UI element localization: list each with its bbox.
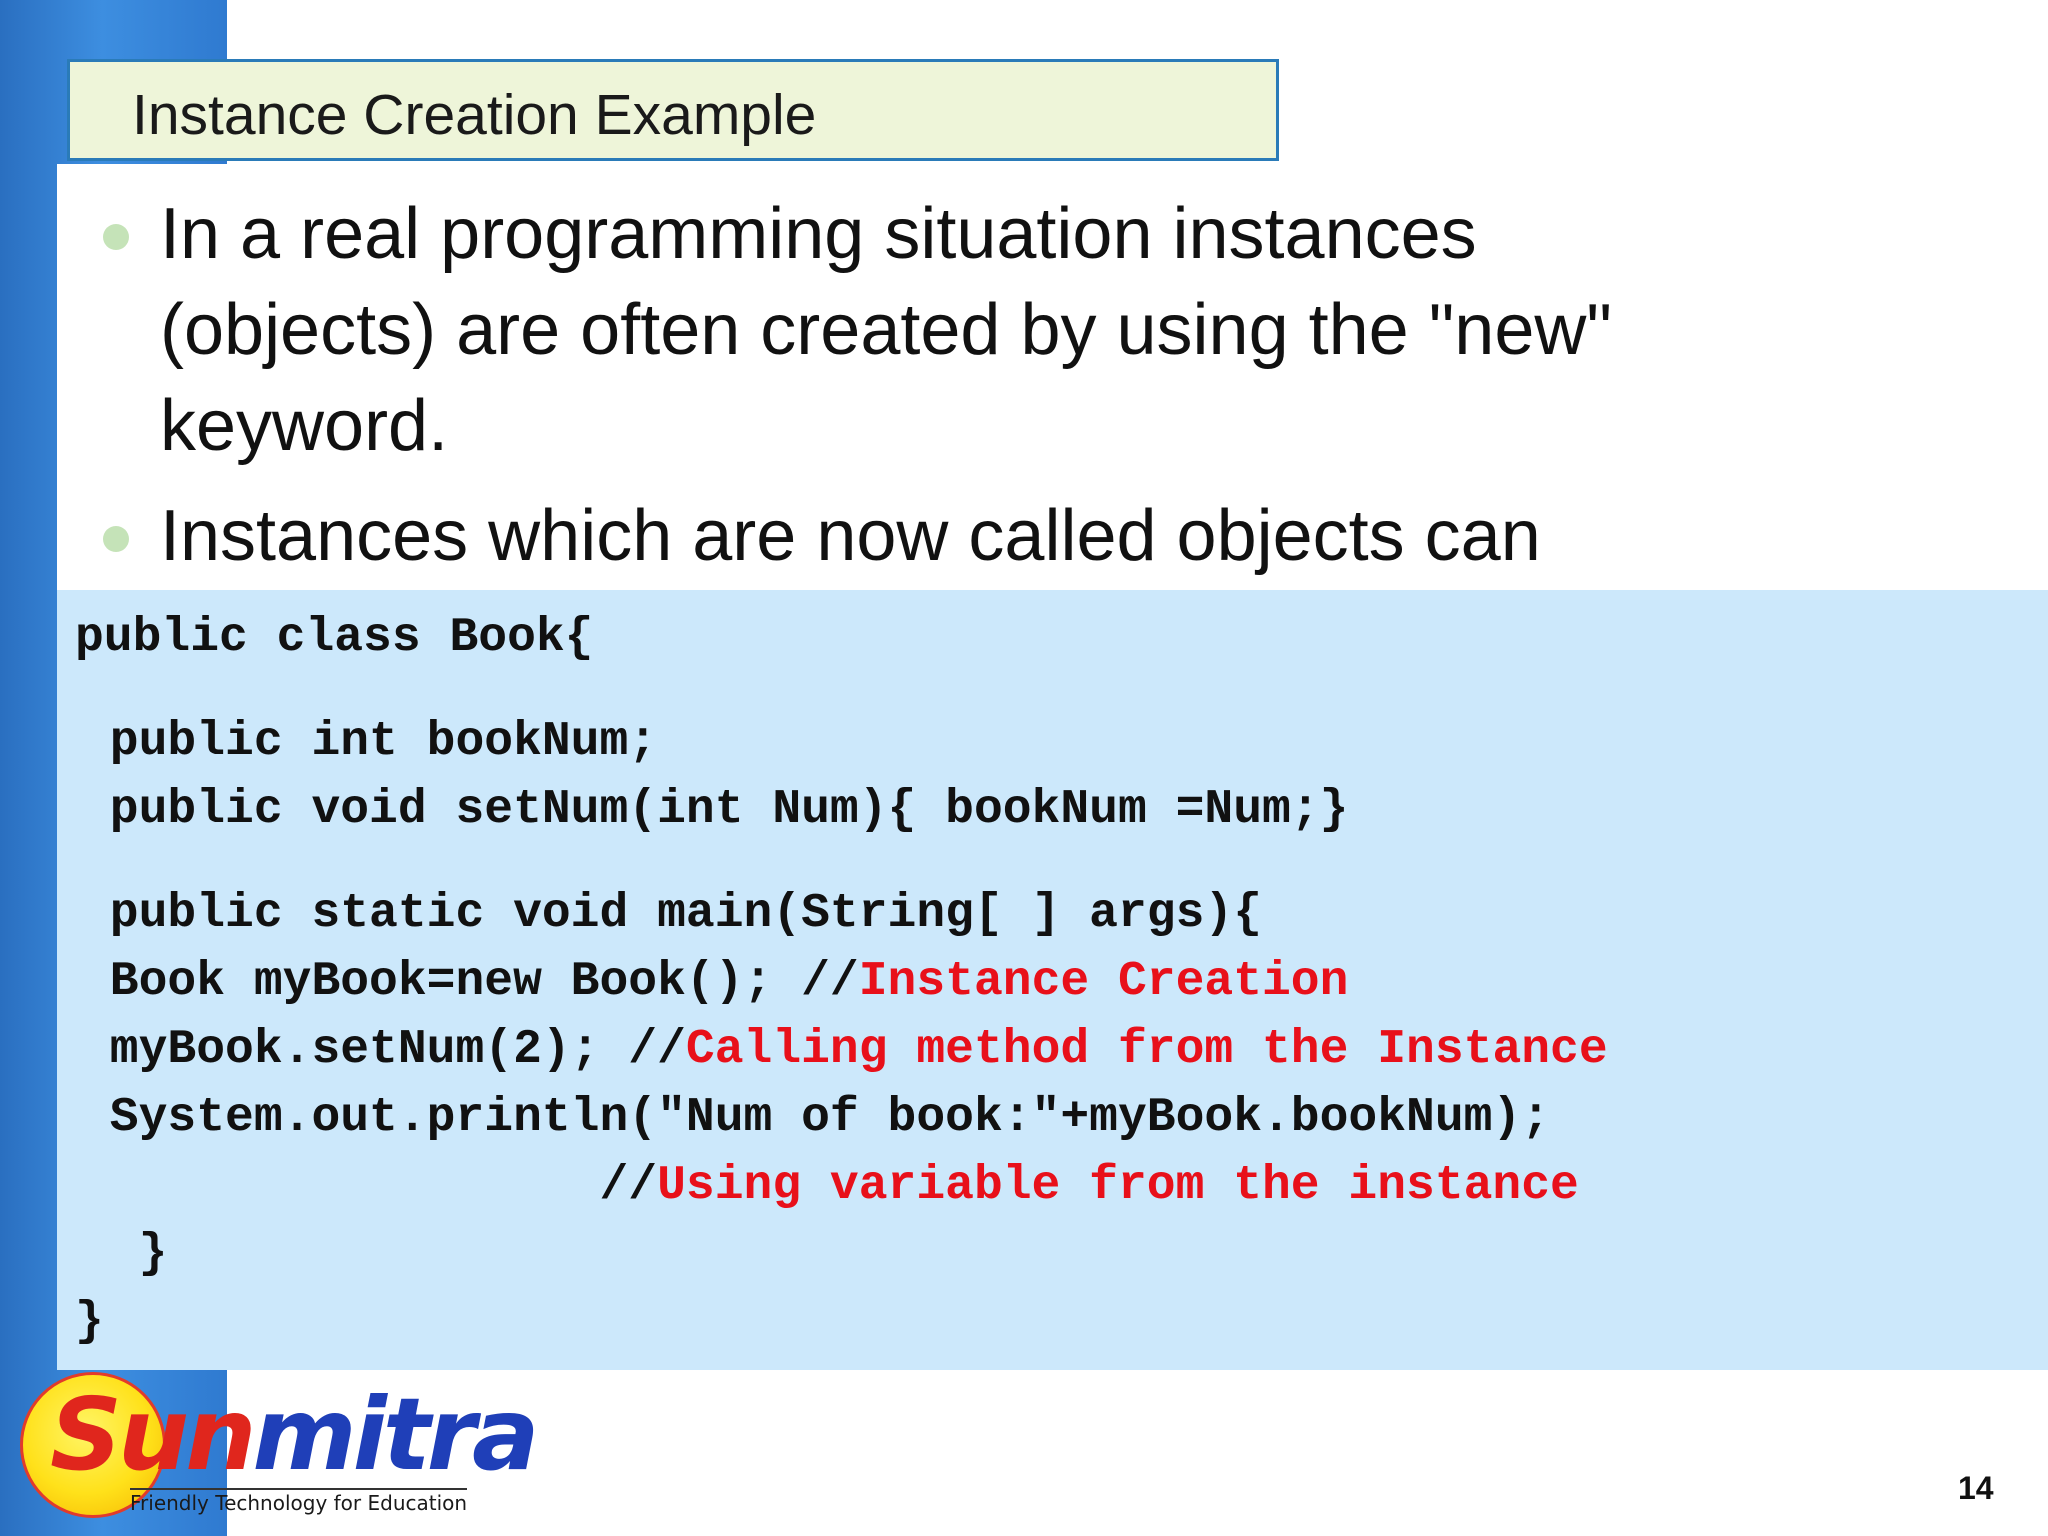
bullet-1: In a real programming situation instance… [160,186,2000,474]
bullet-1-line-1: In a real programming situation instance… [160,194,1477,274]
code-line-9: } [81,1227,168,1281]
bullet-1-line-2: (objects) are often created by using the… [160,290,1612,370]
code-comment-using-variable: Using variable from the instance [657,1159,1579,1213]
code-line-6-code: myBook.setNum(2); // [81,1023,686,1077]
code-line-2: public int bookNum; [81,715,658,769]
code-line-10: } [75,1295,104,1349]
slide-title: Instance Creation Example [132,83,817,147]
bullet-dot-1 [103,224,129,250]
bullet-1-line-3: keyword. [160,386,449,466]
code-line-5-code: Book myBook=new Book(); // [81,955,859,1009]
code-comment-instance-creation: Instance Creation [858,955,1349,1009]
code-comment-calling-method: Calling method from the Instance [685,1023,1608,1077]
page-number: 14 [1958,1470,1994,1506]
code-line-8-code: // [81,1159,658,1213]
title-box: Instance Creation Example [67,59,1279,161]
bullet-2: Instances which are now called objects c… [160,488,2000,584]
slide: Instance Creation Example In a real prog… [0,0,2048,1536]
code-line-6: myBook.setNum(2); //Calling method from … [81,1022,1608,1078]
code-line-1: public class Book{ [75,611,594,665]
code-line-3: public void setNum(int Num){ bookNum =Nu… [81,783,1349,837]
code-line-4: public static void main(String[ ] args){ [81,887,1262,941]
code-box: public class Book{ public int bookNum; p… [57,590,2048,1370]
bullet-dot-2 [103,526,129,552]
code-line-7: System.out.println("Num of book:"+myBook… [81,1091,1551,1145]
sunmitra-logo: Sunmitra Friendly Technology for Educati… [20,1372,539,1522]
code-line-5: Book myBook=new Book(); //Instance Creat… [81,954,1349,1010]
logo-wordmark: Sunmitra [50,1376,539,1493]
bullet-2-line-1: Instances which are now called objects c… [160,496,1541,576]
logo-tagline: Friendly Technology for Education [130,1488,468,1515]
code-line-8: //Using variable from the instance [81,1158,1579,1214]
